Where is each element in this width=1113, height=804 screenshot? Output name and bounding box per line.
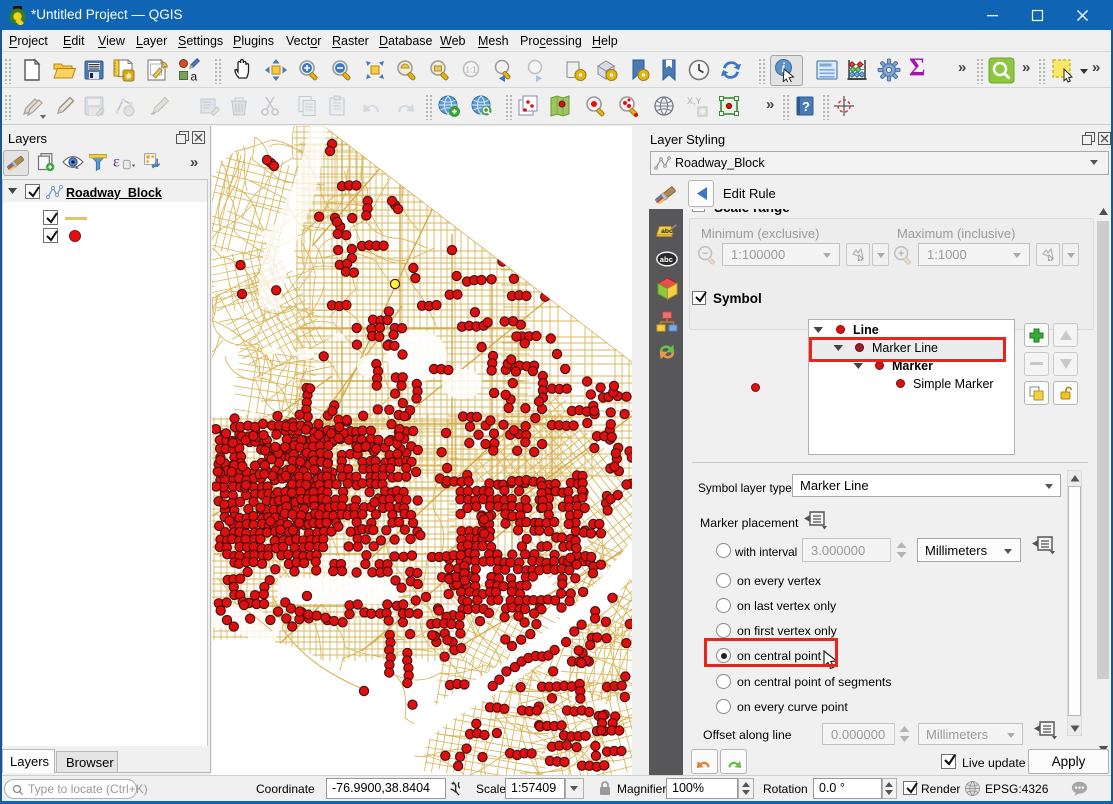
svg-text:ε: ε [113,151,120,170]
svg-text:a: a [191,70,198,83]
svg-text:X,Y: X,Y [687,96,702,106]
svg-text:1:1: 1:1 [466,66,478,75]
svg-text:abc: abc [661,228,673,235]
svg-text:abc: abc [660,255,674,264]
svg-text:?: ? [802,99,810,114]
